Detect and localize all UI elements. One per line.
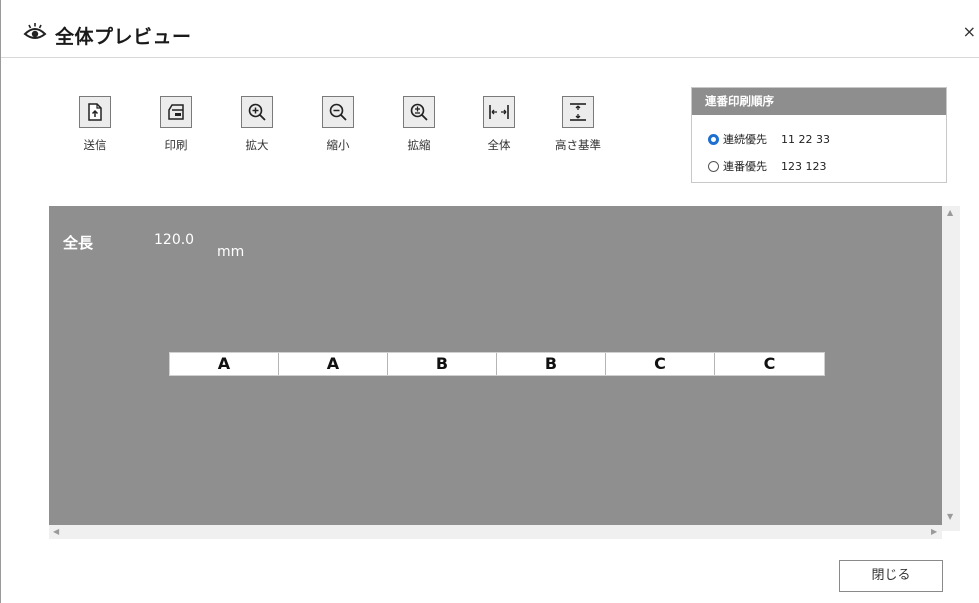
horizontal-scrollbar[interactable]: ◀ ▶	[49, 525, 942, 539]
zoom-plusminus-icon	[403, 96, 435, 128]
order-option-label: 連番優先	[723, 160, 767, 173]
tape-cell: C	[606, 353, 715, 375]
vertical-scrollbar[interactable]: ▲ ▼	[942, 206, 960, 531]
whole-button[interactable]: 全体	[469, 96, 529, 153]
height-base-label: 高さ基準	[555, 138, 601, 152]
print-label: 印刷	[164, 138, 188, 152]
close-button[interactable]: 閉じる	[839, 560, 943, 592]
tape-cell: A	[279, 353, 388, 375]
zoom-fit-button[interactable]: 拡縮	[389, 96, 449, 153]
tape-cell: B	[388, 353, 497, 375]
tape-cell: B	[497, 353, 606, 375]
zoom-out-button[interactable]: 縮小	[308, 96, 368, 153]
total-length-label: 全長	[63, 234, 94, 252]
upload-doc-icon	[79, 96, 111, 128]
height-base-button[interactable]: 高さ基準	[543, 96, 613, 153]
serial-order-panel: 連番印刷順序 連続優先 11 22 33 連番優先 123 123	[691, 87, 947, 183]
print-button[interactable]: 印刷	[146, 96, 206, 153]
tape-cell: A	[170, 353, 279, 375]
scroll-down-icon[interactable]: ▼	[947, 512, 953, 521]
zoom-in-icon	[241, 96, 273, 128]
preview-window: 全体プレビュー × 送信 印刷 拡大 縮小 拡縮 全体 高さ基準 連番印刷順序 …	[0, 0, 979, 603]
close-icon[interactable]: ×	[963, 22, 976, 41]
zoom-in-label: 拡大	[245, 138, 269, 152]
total-length-value: 120.0	[154, 232, 195, 248]
scroll-left-icon[interactable]: ◀	[53, 527, 59, 536]
window-title: 全体プレビュー	[55, 26, 192, 48]
title-bar: 全体プレビュー ×	[1, 0, 979, 58]
eye-icon	[23, 23, 47, 39]
whole-label: 全体	[487, 138, 511, 152]
zoom-out-label: 縮小	[326, 138, 350, 152]
zoom-out-icon	[322, 96, 354, 128]
zoom-in-button[interactable]: 拡大	[227, 96, 287, 153]
order-option-serial[interactable]: 連番優先 123 123	[708, 158, 827, 174]
serial-order-title: 連番印刷順序	[692, 88, 946, 115]
order-option-example: 11 22 33	[781, 132, 830, 146]
preview-canvas: 全長 120.0 mm A A B B C C	[49, 206, 942, 525]
order-option-label: 連続優先	[723, 133, 767, 146]
scroll-right-icon[interactable]: ▶	[931, 527, 937, 536]
scroll-up-icon[interactable]: ▲	[947, 208, 953, 217]
fit-height-icon	[562, 96, 594, 128]
fit-width-icon	[483, 96, 515, 128]
order-option-continuous[interactable]: 連続優先 11 22 33	[708, 131, 830, 147]
zoom-fit-label: 拡縮	[407, 138, 431, 152]
radio-selected-icon[interactable]	[708, 133, 719, 145]
total-length-unit: mm	[217, 244, 245, 260]
order-option-example: 123 123	[781, 159, 827, 173]
send-button[interactable]: 送信	[65, 96, 125, 153]
label-tape-preview: A A B B C C	[169, 352, 825, 376]
send-label: 送信	[83, 138, 107, 152]
radio-unselected-icon[interactable]	[708, 160, 719, 172]
print-icon	[160, 96, 192, 128]
tape-cell: C	[763, 354, 776, 373]
